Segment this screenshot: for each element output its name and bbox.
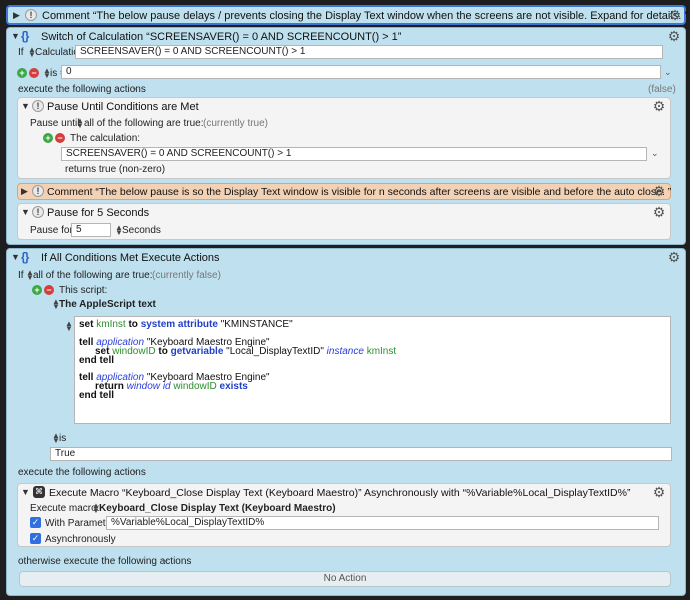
gear-icon[interactable]: ⚙ xyxy=(652,485,666,499)
case-value-field[interactable]: 0 xyxy=(61,65,661,79)
applescript-editor[interactable]: set kmInst to system attribute "KMINSTAN… xyxy=(74,316,671,424)
macro-icon: ⌘ xyxy=(33,486,45,498)
gear-icon[interactable]: ⚙ xyxy=(667,29,681,43)
condition-status: (currently false) xyxy=(152,270,221,281)
pause-icon: ! xyxy=(32,206,44,218)
execute-macro-action[interactable]: ▼ ⌘ Execute Macro “Keyboard_Close Displa… xyxy=(17,483,671,547)
gear-icon[interactable]: ⚙ xyxy=(652,205,666,219)
comment-action-1[interactable]: ▶ ! Comment “The below pause delays / pr… xyxy=(6,5,689,25)
chevron-down-icon[interactable]: ⌄ xyxy=(162,554,170,565)
updown-icon[interactable]: ▲ ▼ xyxy=(76,117,84,130)
script-label: This script: xyxy=(59,285,108,296)
pause-icon: ! xyxy=(32,100,44,112)
case-status: (false) xyxy=(648,84,676,95)
if-all-conditions-action[interactable]: ▼ {} If All Conditions Met Execute Actio… xyxy=(6,248,686,596)
result-value-field[interactable]: True xyxy=(50,447,672,461)
script-type-select[interactable]: The AppleScript text xyxy=(59,299,156,310)
code-line-4: set windowID to getvariable "Local_Displ… xyxy=(95,346,397,357)
switch-icon: {} xyxy=(21,29,29,43)
no-action-placeholder: No Action xyxy=(19,571,671,587)
disclosure-triangle-right-icon[interactable]: ▶ xyxy=(13,10,20,21)
asynchronously-checkbox[interactable]: ✓ xyxy=(30,533,41,544)
comment-action-2[interactable]: ▶ ! Comment “The below pause is so the D… xyxy=(17,183,671,200)
result-operator-select[interactable]: is xyxy=(59,433,66,444)
calculation-heading: The calculation: xyxy=(70,133,141,144)
remove-condition-button[interactable]: − xyxy=(44,285,54,295)
macro-select[interactable]: Keyboard_Close Display Text (Keyboard Ma… xyxy=(99,503,336,514)
returns-label: returns true (non-zero) xyxy=(65,164,166,175)
parameter-field[interactable]: %Variable%Local_DisplayTextID% xyxy=(106,516,659,530)
if-label: If xyxy=(18,270,24,281)
chevron-down-icon[interactable]: ⌄ xyxy=(651,148,659,159)
disclosure-triangle-down-icon[interactable]: ▼ xyxy=(21,101,30,111)
pause-action[interactable]: ▼ ! Pause for 5 Seconds ⚙ Pause for 5 ▲ ▼… xyxy=(17,203,671,240)
updown-icon[interactable]: ▲ ▼ xyxy=(65,320,73,333)
disclosure-triangle-down-icon[interactable]: ▼ xyxy=(21,487,30,497)
gear-icon[interactable]: ⚙ xyxy=(668,8,682,22)
disclosure-triangle-down-icon[interactable]: ▼ xyxy=(11,31,20,41)
pause-for-label: Pause for xyxy=(30,225,73,236)
pause-calculation-field[interactable]: SCREENSAVER() = 0 AND SCREENCOUNT() > 1 xyxy=(61,147,647,161)
pause-until-label: Pause until xyxy=(30,118,80,129)
condition-status: (currently true) xyxy=(203,118,269,129)
gear-icon[interactable]: ⚙ xyxy=(667,250,681,264)
calculation-field[interactable]: SCREENSAVER() = 0 AND SCREENCOUNT() > 1 xyxy=(75,45,663,59)
pause-title: Pause for 5 Seconds xyxy=(47,207,150,219)
switch-action[interactable]: ▼ {} Switch of Calculation “SCREENSAVER(… xyxy=(6,27,686,245)
comment-icon: ! xyxy=(32,185,44,197)
comment-title: Comment “The below pause delays / preven… xyxy=(42,10,689,22)
comment-icon: ! xyxy=(25,9,37,21)
condition-select[interactable]: all of the following are true: xyxy=(33,270,153,281)
remove-condition-button[interactable]: − xyxy=(55,133,65,143)
comment-title: Comment “The below pause is so the Displ… xyxy=(47,186,672,198)
switch-title: Switch of Calculation “SCREENSAVER() = 0… xyxy=(41,31,402,43)
execute-macro-label: Execute macro: xyxy=(30,503,100,514)
execute-actions-label: execute the following actions xyxy=(18,84,146,95)
pause-until-action[interactable]: ▼ ! Pause Until Conditions are Met ⚙ Pau… xyxy=(17,97,671,179)
asynchronously-label: Asynchronously xyxy=(45,534,116,545)
execute-macro-title: Execute Macro “Keyboard_Close Display Te… xyxy=(49,487,631,499)
condition-select[interactable]: all of the following are true: xyxy=(84,118,204,129)
chevron-down-icon[interactable]: ⌄ xyxy=(131,465,139,476)
with-parameter-checkbox[interactable]: ✓ xyxy=(30,517,41,528)
pause-seconds-field[interactable]: 5 xyxy=(71,223,111,237)
pause-unit-select[interactable]: Seconds xyxy=(122,225,161,236)
remove-case-button[interactable]: − xyxy=(29,68,39,78)
code-line-5: end tell xyxy=(79,355,115,366)
execute-actions-label: execute the following actions xyxy=(18,467,146,478)
code-line-1: set kmInst to system attribute "KMINSTAN… xyxy=(79,319,293,330)
chevron-down-icon[interactable]: ⌄ xyxy=(131,82,139,93)
gear-icon[interactable]: ⚙ xyxy=(652,184,666,198)
disclosure-triangle-down-icon[interactable]: ▼ xyxy=(11,252,20,262)
add-condition-button[interactable]: + xyxy=(32,285,42,295)
disclosure-triangle-down-icon[interactable]: ▼ xyxy=(21,207,30,217)
disclosure-triangle-right-icon[interactable]: ▶ xyxy=(21,186,28,197)
if-icon: {} xyxy=(21,250,29,264)
pause-until-title: Pause Until Conditions are Met xyxy=(47,101,199,113)
add-case-button[interactable]: + xyxy=(17,68,27,78)
with-parameter-label: With Parameter xyxy=(45,518,115,529)
add-condition-button[interactable]: + xyxy=(43,133,53,143)
code-line-9: end tell xyxy=(79,390,115,401)
if-title: If All Conditions Met Execute Actions xyxy=(41,252,220,264)
chevron-down-icon[interactable]: ⌄ xyxy=(664,67,672,78)
gear-icon[interactable]: ⚙ xyxy=(652,99,666,113)
if-label: If xyxy=(18,47,24,58)
code-line-8: return window id windowID exists xyxy=(95,381,248,392)
